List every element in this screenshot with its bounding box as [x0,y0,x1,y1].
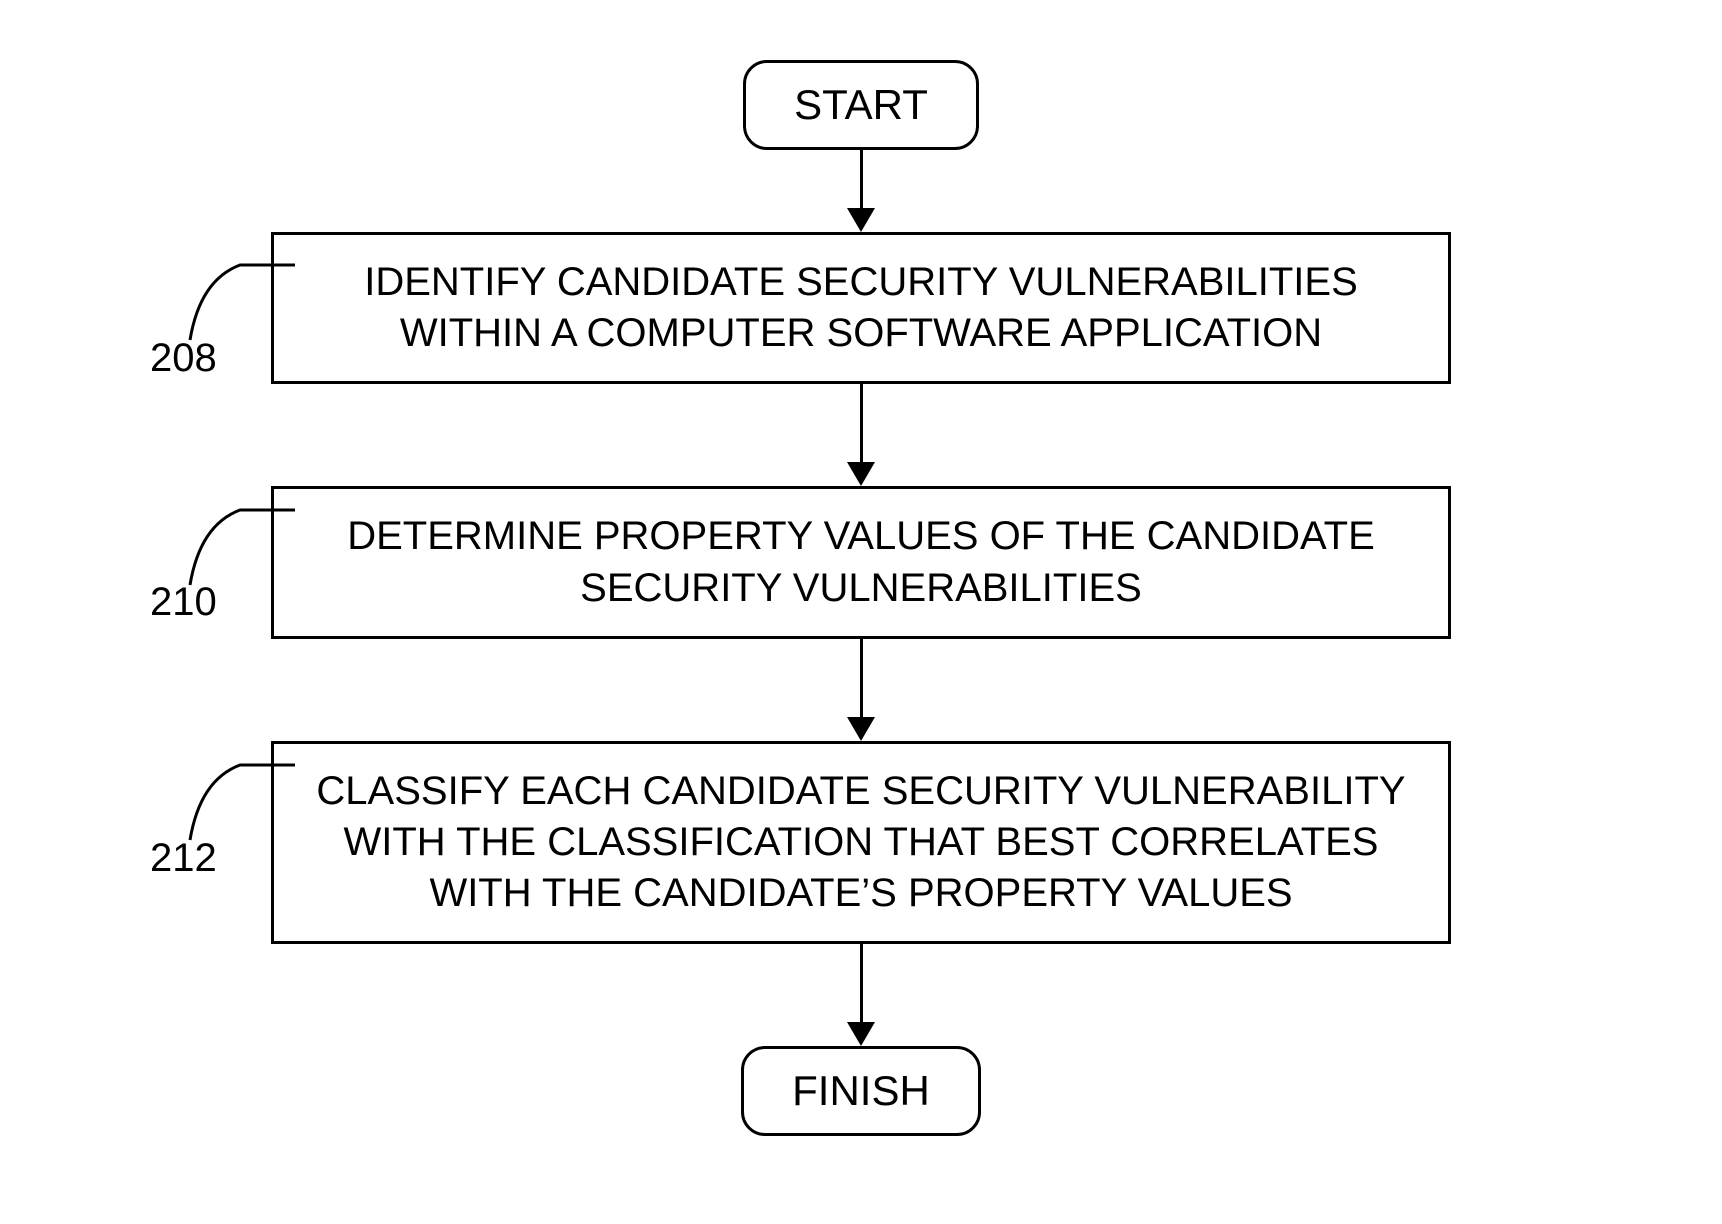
process-step-2: DETERMINE PROPERTY VALUES OF THE CANDIDA… [271,486,1451,638]
arrow-3 [847,639,875,741]
flowchart-container: START IDENTIFY CANDIDATE SECURITY VULNER… [271,60,1451,1136]
ref-curve-208 [180,240,300,350]
finish-terminal: FINISH [741,1046,981,1136]
process-step-3: CLASSIFY EACH CANDIDATE SECURITY VULNERA… [271,741,1451,945]
ref-curve-210 [180,485,300,595]
process-text-1: IDENTIFY CANDIDATE SECURITY VULNERABILIT… [364,260,1358,355]
process-text-2: DETERMINE PROPERTY VALUES OF THE CANDIDA… [347,514,1375,609]
ref-label-210: 210 [150,580,217,625]
arrow-2 [847,384,875,486]
ref-label-208: 208 [150,336,217,381]
arrow-1 [847,150,875,232]
arrow-4 [847,944,875,1046]
process-text-3: CLASSIFY EACH CANDIDATE SECURITY VULNERA… [316,769,1405,915]
process-step-1: IDENTIFY CANDIDATE SECURITY VULNERABILIT… [271,232,1451,384]
ref-label-212: 212 [150,836,217,881]
ref-curve-212 [180,740,300,850]
start-label: START [794,81,928,128]
start-terminal: START [743,60,979,150]
finish-label: FINISH [792,1067,930,1114]
